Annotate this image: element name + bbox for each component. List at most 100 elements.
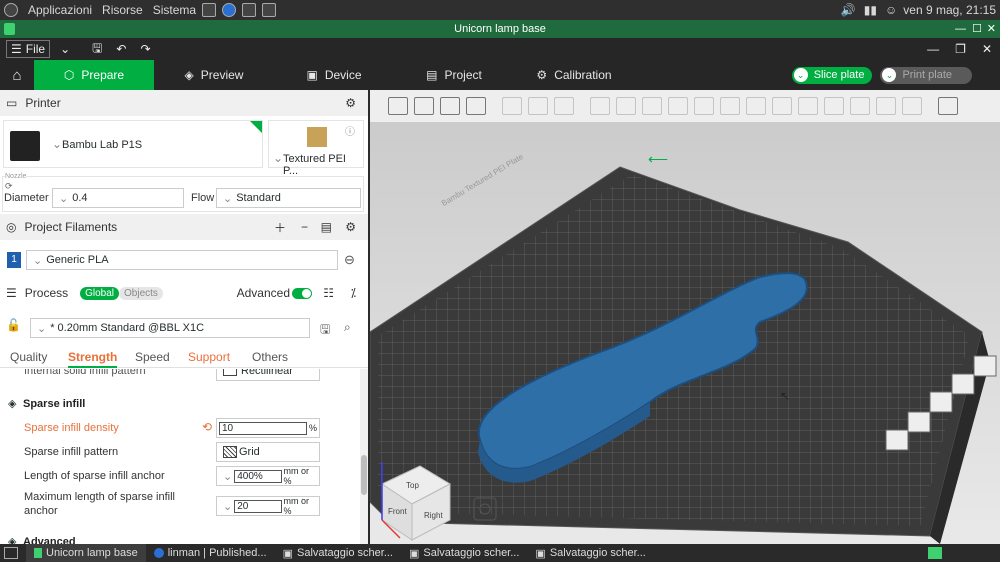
viewcube-top-label[interactable]: Top [406,481,419,490]
add-object-icon[interactable] [388,97,408,115]
filament-index-badge[interactable]: 1 [7,252,21,268]
process-profile-select[interactable]: ⌄ * 0.20mm Standard @BBL X1C [30,318,310,338]
arrange-grid-icon[interactable] [414,97,434,115]
taskbar-item[interactable]: linman | Published... [146,544,275,562]
plate-orient-icon[interactable] [907,411,931,433]
global-toggle[interactable]: Global [80,286,120,300]
maximize-window-button[interactable]: ☐ [972,20,982,38]
subtab-speed[interactable]: Speed [135,350,170,364]
browser-icon[interactable] [222,3,237,17]
paste-icon[interactable] [528,97,548,115]
chevron-down-icon[interactable]: ⌄ [60,42,70,56]
refresh-icon[interactable]: ⟳ [5,181,13,192]
app-minimize-button[interactable]: — [927,42,939,56]
max-anchor-length-input[interactable]: ⌄ 20 mm or % [216,496,320,516]
text-tool-icon[interactable] [798,97,818,115]
text-editor-icon[interactable] [202,3,217,17]
advanced-switch[interactable] [292,287,312,299]
lay-on-face-icon[interactable] [668,97,688,115]
tab-project[interactable]: ▤ Project [394,60,514,90]
undo-icon[interactable]: ↶ [116,42,126,56]
chevron-down-icon[interactable]: ⌄ [793,68,808,82]
move-icon[interactable] [590,97,610,115]
screenshot-icon[interactable] [262,3,277,17]
build-plate-scene[interactable]: Bambu Textured PEI Plate ⟵ ↖ Top Front R… [370,122,1000,544]
split-icon[interactable] [554,97,574,115]
subtab-quality[interactable]: Quality [10,350,47,364]
sync-filament-icon[interactable]: ▤ [321,220,332,234]
file-menu[interactable]: ☰ File [6,40,51,58]
save-icon[interactable]: 🖫 [92,39,102,60]
show-desktop-icon[interactable] [4,547,18,559]
clock[interactable]: ven 9 mag, 21:15 [903,3,996,17]
diameter-select[interactable]: ⌄ 0.4 [52,188,184,208]
list-icon[interactable]: ☷ [323,286,334,300]
plate-arrange-icon[interactable] [929,391,953,413]
seam-paint-icon[interactable] [772,97,792,115]
menu-applications[interactable]: Applicazioni [28,3,92,17]
3d-viewport[interactable]: Bambu Textured PEI Plate ⟵ ↖ Top Front R… [370,90,1000,544]
user-icon[interactable]: ☺ [885,3,897,17]
settings-scroll-area[interactable]: Internal solid infill pattern Rectilinea… [0,369,360,544]
minimize-window-button[interactable]: — [955,20,966,38]
boolean-icon[interactable] [720,97,740,115]
tab-device[interactable]: ▣ Device [274,60,394,90]
home-button[interactable]: ⌂ [0,60,34,90]
max-anchor-length-value-box[interactable]: 20 [234,499,282,513]
tab-preview[interactable]: ◈ Preview [154,60,274,90]
flow-select[interactable]: ⌄ Standard [216,188,361,208]
monitor-icon[interactable] [242,3,257,17]
gear-icon[interactable]: ⚙ [345,220,356,234]
menu-resources[interactable]: Risorse [102,3,143,17]
menu-system[interactable]: Sistema [153,3,196,17]
plate-selector[interactable]: ⓘ ⌄ Textured PEI P... [268,120,364,177]
close-window-button[interactable]: ✕ [987,20,996,38]
app-close-button[interactable]: ✕ [982,42,992,56]
plate-layout-icon[interactable] [466,97,486,115]
subtab-others[interactable]: Others [252,350,288,364]
sparse-infill-density-input[interactable]: 10 % [216,418,320,438]
plate-settings-icon[interactable] [885,429,909,451]
color-paint-icon[interactable] [824,97,844,115]
scale-icon[interactable] [642,97,662,115]
sparse-infill-pattern-select[interactable]: Grid [216,442,320,462]
emboss-icon[interactable] [902,97,922,115]
filament-select[interactable]: ⌄ Generic PLA [26,250,338,270]
os-logo-icon[interactable] [4,3,18,17]
objects-toggle[interactable]: Objects [119,286,163,300]
taskbar-item[interactable]: ▣ Salvataggio scher... [527,544,653,562]
gear-icon[interactable]: ⚙ [345,96,356,110]
app-restore-button[interactable]: ❐ [955,42,966,56]
search-icon[interactable]: ⌕ [344,320,351,335]
rotate-icon[interactable] [616,97,636,115]
anchor-length-value-box[interactable]: 400% [234,469,282,483]
plate-delete-icon[interactable] [973,355,997,377]
info-icon[interactable]: ⓘ [345,123,355,138]
slice-plate-button[interactable]: ⌄ Slice plate [791,66,873,84]
remove-icon[interactable]: − [301,220,308,234]
cut-icon[interactable] [694,97,714,115]
taskbar-item[interactable]: ▣ Salvataggio scher... [275,544,401,562]
print-plate-button[interactable]: ⌄ Print plate [880,66,972,84]
volume-icon[interactable]: 🔊 [841,3,856,17]
chevron-down-icon[interactable]: ⌄ [882,68,897,82]
compare-icon[interactable]: ⁒ [351,286,356,300]
tab-prepare[interactable]: ⬡ Prepare [34,60,154,90]
save-icon[interactable]: 🖫 [320,320,330,341]
redo-icon[interactable]: ↷ [140,42,150,56]
anchor-length-input[interactable]: ⌄ 400% mm or % [216,466,320,486]
measure-icon[interactable] [850,97,870,115]
lock-warning-icon[interactable]: 🔓 [6,318,21,332]
orient-icon[interactable] [440,97,460,115]
subtab-strength[interactable]: Strength [68,350,118,368]
viewcube-right-label[interactable]: Right [424,511,443,520]
workspace-switcher-icon[interactable] [928,547,942,559]
edit-corner-icon[interactable] [250,121,262,133]
partial-row-select[interactable]: Rectilinear [216,369,320,381]
remove-filament-icon[interactable]: ⊖ [344,252,355,268]
taskbar-item[interactable]: ▣ Salvataggio scher... [401,544,527,562]
viewcube-front-label[interactable]: Front [388,507,407,516]
assembly-icon[interactable] [876,97,896,115]
tab-calibration[interactable]: ⚙ Calibration [514,60,634,90]
printer-selector[interactable]: ⌄ Bambu Lab P1S [3,120,263,168]
